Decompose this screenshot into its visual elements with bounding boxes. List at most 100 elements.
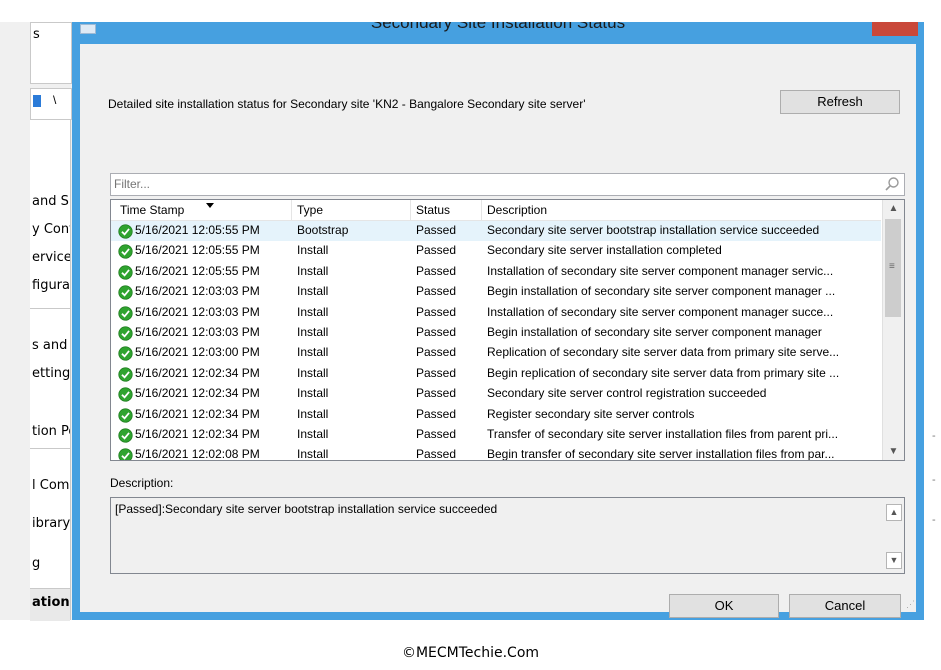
status-cell: Passed bbox=[416, 386, 457, 401]
console-view-tab[interactable]: \ bbox=[30, 88, 72, 120]
scroll-up-icon[interactable]: ▲ bbox=[883, 200, 904, 217]
passed-check-icon bbox=[118, 305, 133, 321]
description-cell: Begin transfer of secondary site server … bbox=[487, 447, 835, 461]
nav-item[interactable]: tion Po bbox=[32, 424, 70, 439]
passed-check-icon bbox=[118, 285, 133, 300]
table-row[interactable]: 5/16/2021 12:02:34 PM Install Passed Transf… bbox=[111, 425, 881, 445]
status-cell: Passed bbox=[416, 223, 457, 237]
resize-grip-icon[interactable]: ⋰ bbox=[906, 599, 915, 610]
dialog-title-bar[interactable]: Secondary Site Installation Status bbox=[72, 22, 924, 44]
table-row[interactable]: 5/16/2021 12:03:03 PM Install Passed Begin … bbox=[111, 282, 881, 302]
console-edge-mark: - bbox=[932, 474, 936, 486]
nav-divider bbox=[30, 308, 70, 309]
description-cell: Installation of secondary site server co… bbox=[487, 263, 834, 278]
refresh-button[interactable]: Refresh bbox=[780, 90, 900, 114]
console-edge-mark: - bbox=[932, 514, 936, 526]
status-cell: Passed bbox=[416, 304, 457, 319]
scroll-down-icon[interactable]: ▼ bbox=[886, 552, 902, 569]
description-cell: Secondary site server control registrati… bbox=[487, 386, 767, 401]
list-vertical-scrollbar[interactable]: ▲ ≡ ▼ bbox=[882, 200, 904, 460]
timestamp-cell: 5/16/2021 12:02:08 PM bbox=[135, 447, 260, 461]
description-cell: Transfer of secondary site server instal… bbox=[487, 426, 839, 441]
table-row[interactable]: 5/16/2021 12:02:34 PM Install Passed Second… bbox=[111, 384, 881, 404]
status-cell: Passed bbox=[416, 345, 457, 360]
sort-descending-icon bbox=[206, 203, 214, 208]
passed-check-icon bbox=[118, 265, 133, 280]
status-cell: Passed bbox=[416, 365, 457, 380]
description-textbox[interactable]: [Passed]:Secondary site server bootstrap… bbox=[110, 497, 905, 574]
nav-item[interactable]: g bbox=[32, 556, 70, 571]
description-cell: Replication of secondary site server dat… bbox=[487, 345, 840, 360]
status-cell: Passed bbox=[416, 426, 457, 441]
timestamp-cell: 5/16/2021 12:05:55 PM bbox=[135, 243, 260, 258]
passed-check-icon bbox=[118, 224, 133, 239]
close-button[interactable] bbox=[872, 22, 918, 36]
timestamp-cell: 5/16/2021 12:02:34 PM bbox=[135, 406, 260, 421]
dialog-title: Secondary Site Installation Status bbox=[370, 22, 626, 32]
search-icon[interactable] bbox=[884, 176, 900, 192]
status-cell: Passed bbox=[416, 243, 457, 258]
ok-button[interactable]: OK bbox=[669, 594, 779, 618]
passed-check-icon bbox=[118, 244, 133, 260]
status-cell: Passed bbox=[416, 324, 457, 339]
type-cell: Install bbox=[297, 406, 329, 421]
console-label: s bbox=[33, 27, 40, 42]
column-header-description[interactable]: Description bbox=[481, 200, 547, 220]
timestamp-cell: 5/16/2021 12:03:03 PM bbox=[135, 304, 260, 319]
column-header-status[interactable]: Status bbox=[410, 200, 450, 220]
nav-item[interactable]: y Cont bbox=[32, 222, 70, 237]
table-row[interactable]: 5/16/2021 12:05:55 PM Install Passed Instal… bbox=[111, 262, 881, 282]
filter-box[interactable] bbox=[110, 173, 905, 196]
passed-check-icon bbox=[118, 407, 133, 423]
status-message-list[interactable]: Time Stamp Type Status Description 5/16/… bbox=[110, 199, 905, 461]
nav-item[interactable]: ettings bbox=[32, 366, 70, 381]
scroll-down-icon[interactable]: ▼ bbox=[883, 443, 904, 460]
status-cell: Passed bbox=[416, 447, 457, 461]
console-background: s \ and S y Cont ervices figurat s and S… bbox=[0, 0, 80, 621]
type-cell: Install bbox=[297, 365, 329, 380]
nav-item[interactable]: figurat bbox=[32, 278, 70, 293]
nav-item[interactable]: l Comp bbox=[32, 478, 70, 493]
description-cell: Secondary site server bootstrap installa… bbox=[487, 223, 820, 237]
passed-check-icon bbox=[118, 367, 133, 382]
table-row[interactable]: 5/16/2021 12:02:34 PM Install Passed Regist… bbox=[111, 405, 881, 425]
table-row[interactable]: 5/16/2021 12:02:08 PM Install Passed Begin … bbox=[111, 445, 881, 461]
column-header-type[interactable]: Type bbox=[291, 200, 323, 220]
nav-divider bbox=[30, 448, 70, 449]
table-row[interactable]: 5/16/2021 12:03:03 PM Install Passed Begin … bbox=[111, 323, 881, 343]
tab-separator: \ bbox=[53, 93, 57, 107]
nav-item[interactable]: ervices bbox=[32, 250, 70, 265]
list-rows: 5/16/2021 12:05:55 PM Bootstrap Passed Seco… bbox=[111, 221, 881, 461]
description-cell: Begin installation of secondary site ser… bbox=[487, 324, 822, 339]
scroll-thumb[interactable]: ≡ bbox=[885, 219, 901, 317]
description-cell: Secondary site server installation compl… bbox=[487, 243, 722, 258]
timestamp-cell: 5/16/2021 12:05:55 PM bbox=[135, 263, 260, 278]
description-cell: Begin replication of secondary site serv… bbox=[487, 365, 840, 380]
table-row[interactable]: 5/16/2021 12:03:03 PM Install Passed Instal… bbox=[111, 303, 881, 323]
nav-item[interactable]: ibrary bbox=[32, 516, 70, 531]
type-cell: Install bbox=[297, 345, 329, 360]
nav-item[interactable]: and S bbox=[32, 194, 70, 209]
filter-input[interactable] bbox=[114, 176, 874, 191]
grip-icon: ≡ bbox=[889, 261, 895, 272]
watermark-text: ©MECMTechie.Com bbox=[401, 645, 540, 661]
workspace-label[interactable]: ation bbox=[32, 595, 70, 610]
passed-check-icon bbox=[118, 428, 133, 443]
column-header-timestamp[interactable]: Time Stamp bbox=[120, 203, 184, 217]
status-headline: Detailed site installation status for Se… bbox=[108, 97, 586, 111]
cancel-button[interactable]: Cancel bbox=[789, 594, 901, 618]
table-row[interactable]: 5/16/2021 12:03:00 PM Install Passed Replic… bbox=[111, 343, 881, 363]
table-row[interactable]: 5/16/2021 12:02:34 PM Install Passed Begin … bbox=[111, 364, 881, 384]
table-row[interactable]: 5/16/2021 12:05:55 PM Bootstrap Passed Seco… bbox=[111, 221, 881, 242]
description-scrollbar[interactable]: ▲ ▼ bbox=[883, 498, 904, 573]
timestamp-cell: 5/16/2021 12:02:34 PM bbox=[135, 386, 260, 401]
timestamp-cell: 5/16/2021 12:02:34 PM bbox=[135, 365, 260, 380]
console-top-strip bbox=[0, 0, 80, 22]
status-cell: Passed bbox=[416, 284, 457, 299]
timestamp-cell: 5/16/2021 12:05:55 PM bbox=[135, 223, 260, 237]
installation-status-dialog: Secondary Site Installation Status Detai… bbox=[72, 22, 924, 620]
nav-item[interactable]: s and S bbox=[32, 338, 70, 353]
table-row[interactable]: 5/16/2021 12:05:55 PM Install Passed Second… bbox=[111, 241, 881, 261]
scroll-up-icon[interactable]: ▲ bbox=[886, 504, 902, 521]
console-edge-mark: - bbox=[932, 430, 936, 442]
